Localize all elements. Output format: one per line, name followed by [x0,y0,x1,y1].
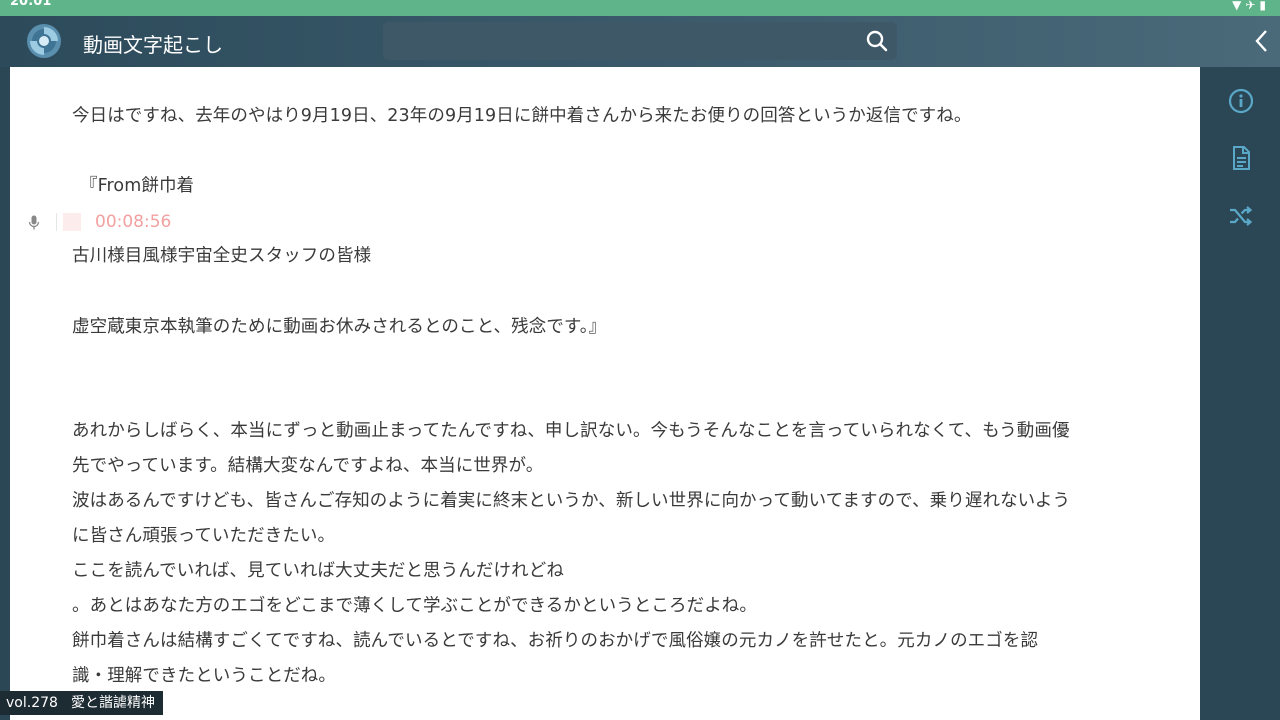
episode-tag: vol.278 愛と諧謔精神 [0,691,163,715]
chevron-left-icon[interactable] [1252,28,1272,54]
segment-marker[interactable] [63,213,81,231]
transcript-line: 古川様目風様宇宙全史スタッフの皆様 [72,246,372,266]
segment-timestamp[interactable]: 00:08:56 [95,212,171,232]
transcript-line: あれからしばらく、本当にずっと動画止まってたんですね、申し訳ない。今もうそんなこ… [72,421,1070,441]
timestamp-row: 00:08:56 [10,210,310,236]
transcript-line: 虚空蔵東京本執筆のために動画お休みされるとのこと、残念です。』 [72,317,607,337]
info-icon[interactable] [1228,88,1254,114]
transcript-line: 識・理解できたということだね。 [72,666,336,686]
microphone-icon[interactable] [28,215,40,230]
app-bar: 動画文字起こし [0,16,1280,67]
transcript-line: 先でやっています。結構大変なんですよね、本当に世界が。 [72,456,544,476]
right-toolbar [1200,67,1280,720]
home-indicator[interactable] [526,715,754,720]
episode-volume: vol.278 [6,695,58,711]
shuffle-icon[interactable] [1228,203,1254,229]
status-bar: 20:01 ▼✈▮ [0,0,1280,16]
search-input[interactable] [383,22,897,60]
transcript-panel[interactable]: 今日はですね、去年のやはり9月19日、23年の9月19日に餅中着さんから来たお便… [10,67,1200,720]
transcript-line: 『From餅巾着 [80,176,195,196]
document-icon[interactable] [1228,145,1254,171]
transcript-line: 波はあるんですけども、皆さんご存知のように着実に終末というか、新しい世界に向かっ… [72,491,1071,511]
transcript-line: 。あとはあなた方のエゴをどこまで薄くして学ぶことができるかというところだよね。 [72,596,757,616]
app-title: 動画文字起こし [83,33,223,57]
app-logo-icon [27,24,61,58]
episode-title: 愛と諧謔精神 [71,695,155,711]
transcript-line: に皆さん頑張っていただきたい。 [72,526,336,546]
status-icons: ▼✈▮ [1232,0,1270,12]
divider [56,213,57,231]
search-icon[interactable] [865,29,889,53]
left-edge [0,67,10,720]
status-time: 20:01 [10,0,52,9]
transcript-line: ここを読んでいれば、見ていれば大丈夫だと思うんだけれどね [72,561,564,581]
transcript-line: 餅巾着さんは結構すごくてですね、読んでいるとですね、お祈りのおかげで風俗嬢の元カ… [72,631,1039,651]
transcript-line: 今日はですね、去年のやはり9月19日、23年の9月19日に餅中着さんから来たお便… [72,106,972,126]
